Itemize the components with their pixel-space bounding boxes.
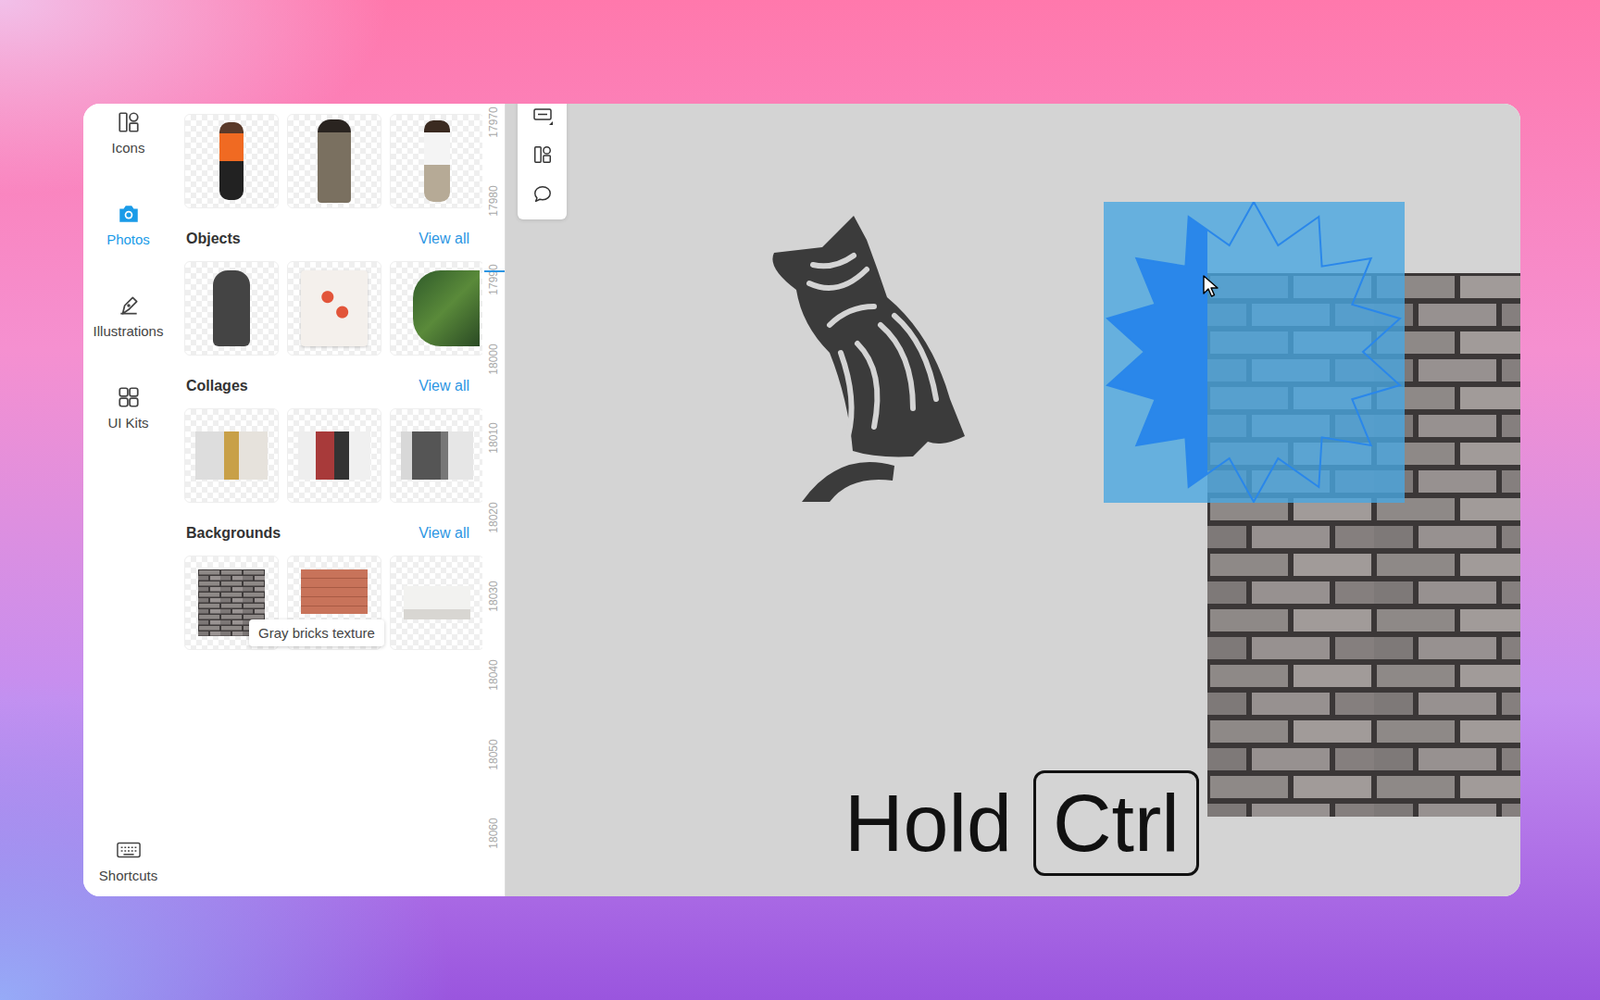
ruler-marker xyxy=(484,270,505,273)
rail-item[interactable]: Icons xyxy=(83,103,174,179)
thumb-row xyxy=(184,113,483,209)
ruler-tick: 18060 xyxy=(482,794,505,874)
section-title: Backgrounds xyxy=(186,525,281,542)
rail-label: Shortcuts xyxy=(99,867,158,884)
section-header: Objects View all xyxy=(184,208,483,262)
thumb-row xyxy=(184,408,483,503)
photo-thumbnail[interactable] xyxy=(389,555,483,650)
section-header: Collages View all xyxy=(184,355,483,409)
comment-icon xyxy=(532,184,553,205)
rail-label: Illustrations xyxy=(93,323,164,339)
ruler-tick: 18050 xyxy=(482,714,505,794)
assets-panel: Objects View all Collages View all Backg… xyxy=(173,103,483,897)
ruler-tick: 17990 xyxy=(482,240,505,320)
tooltip: Gray bricks texture xyxy=(249,619,385,647)
shortcuts-button[interactable]: Shortcuts xyxy=(83,837,174,884)
rail-item[interactable]: Photos xyxy=(83,178,174,271)
photo-thumbnail[interactable] xyxy=(389,113,483,209)
grid-icon xyxy=(116,385,141,410)
tool-button[interactable] xyxy=(532,103,553,135)
view-all-link[interactable]: View all xyxy=(418,525,470,542)
rail-item[interactable]: Illustrations xyxy=(83,270,174,363)
cursor-icon xyxy=(1201,274,1221,299)
app-window: Icons Photos Illustrations UI Kits Short… xyxy=(83,103,1521,897)
frame-icon xyxy=(532,104,553,125)
view-all-link[interactable]: View all xyxy=(418,230,470,248)
tool-button[interactable] xyxy=(532,174,553,214)
view-all-link[interactable]: View all xyxy=(418,377,470,395)
hint-text: Hold xyxy=(844,782,1013,864)
ruler-tick: 18030 xyxy=(482,556,505,636)
tool-button[interactable] xyxy=(532,134,553,175)
rail-label: Icons xyxy=(112,139,146,156)
section-title: Objects xyxy=(186,230,241,248)
photo-thumbnail[interactable] xyxy=(184,261,279,356)
canvas[interactable]: Hold Ctrl xyxy=(505,103,1521,897)
ruler-tick: 17970 xyxy=(482,103,505,162)
ruler-tick: 18000 xyxy=(482,319,505,399)
section-title: Collages xyxy=(186,377,249,395)
pen-icon xyxy=(116,293,141,318)
category-rail: Icons Photos Illustrations UI Kits Short… xyxy=(83,103,174,897)
keyboard-icon xyxy=(116,837,141,863)
components-icon xyxy=(116,110,141,135)
components-icon xyxy=(532,144,553,165)
ruler-tick: 18040 xyxy=(482,636,505,715)
photo-thumbnail[interactable] xyxy=(184,113,279,209)
rail-label: UI Kits xyxy=(107,414,149,431)
photo-thumbnail[interactable] xyxy=(287,408,382,503)
photo-thumbnail[interactable] xyxy=(184,408,279,503)
backdrop: Icons Photos Illustrations UI Kits Short… xyxy=(0,0,1600,1000)
rail-label: Photos xyxy=(106,231,150,248)
photo-thumbnail[interactable] xyxy=(287,261,382,356)
thumb-row xyxy=(184,261,483,356)
ruler-tick: 18020 xyxy=(482,477,505,557)
ruler-tick: 17980 xyxy=(482,161,505,240)
rail-item[interactable]: UI Kits xyxy=(83,362,174,454)
photo-thumbnail[interactable] xyxy=(389,408,483,503)
keycap: Ctrl xyxy=(1033,770,1200,876)
photo-thumbnail[interactable] xyxy=(287,113,382,209)
vertical-ruler: 1797017980179901800018010180201803018040… xyxy=(482,103,506,897)
section-header: Backgrounds View all xyxy=(184,502,483,556)
key-hint: Hold Ctrl xyxy=(844,770,1200,876)
ruler-tick: 18010 xyxy=(482,399,505,478)
photo-thumbnail[interactable] xyxy=(389,261,483,356)
cat-illustration[interactable] xyxy=(764,213,985,502)
camera-icon xyxy=(116,201,141,226)
star-mask-selection[interactable] xyxy=(1103,201,1405,503)
floating-toolbar xyxy=(517,103,567,220)
